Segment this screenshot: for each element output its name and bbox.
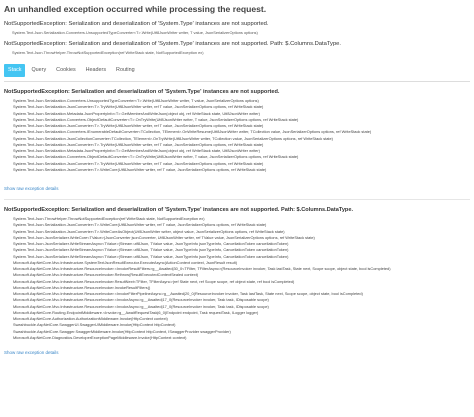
exception-summary-2-location: System.Text.Json.ThrowHelper.ThrowNotSup… [12, 50, 204, 55]
show-raw-details-link-2[interactable]: Show raw exception details [4, 350, 59, 356]
exception-title-1: NotSupportedException: Serialization and… [4, 89, 280, 95]
tab-cookies[interactable]: Cookies [52, 64, 79, 77]
exception-summary-2: NotSupportedException: Serialization and… [4, 41, 342, 47]
exception-separator [4, 199, 470, 200]
tab-headers[interactable]: Headers [82, 64, 110, 77]
exception-summary-1: NotSupportedException: Serialization and… [4, 21, 269, 27]
tab-stack[interactable]: Stack [4, 64, 26, 77]
tab-routing[interactable]: Routing [112, 64, 139, 77]
stack-frame[interactable]: System.Text.Json.Serialization.JsonConve… [13, 167, 469, 173]
error-page: An unhandled exception occurred while pr… [0, 0, 474, 359]
stack-frame[interactable]: Microsoft.AspNetCore.Diagnostics.Develop… [13, 335, 469, 341]
page-title: An unhandled exception occurred while pr… [4, 4, 267, 14]
stack-frames-2: System.Text.Json.ThrowHelper.ThrowNotSup… [4, 216, 470, 341]
exception-title-2: NotSupportedException: Serialization and… [4, 207, 354, 213]
tab-query[interactable]: Query [27, 64, 50, 77]
stack-frames-1: System.Text.Json.Serialization.Converter… [4, 98, 470, 173]
tab-bar: Stack Query Cookies Headers Routing [4, 64, 470, 77]
stack-panel: NotSupportedException: Serialization and… [4, 88, 470, 359]
show-raw-details-link-1[interactable]: Show raw exception details [4, 186, 59, 192]
exception-summary-1-location: System.Text.Json.Serialization.Converter… [12, 30, 258, 35]
tab-divider [4, 81, 470, 82]
